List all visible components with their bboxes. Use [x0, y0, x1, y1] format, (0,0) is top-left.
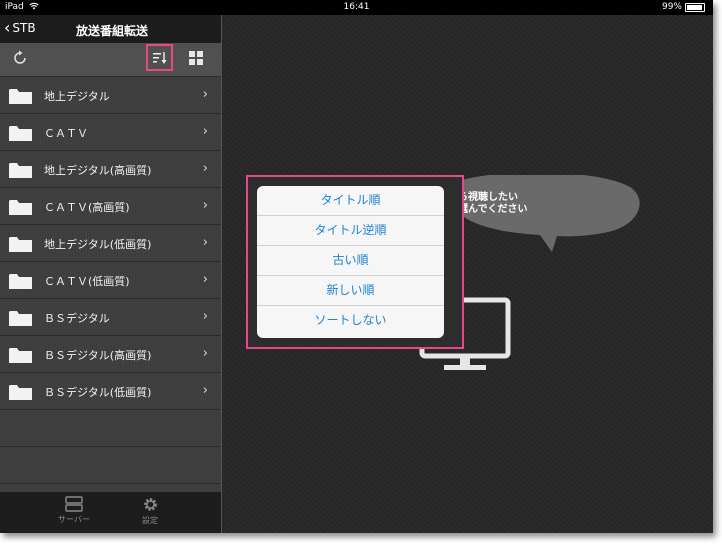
list-item-label: ＢＳデジタル	[44, 312, 110, 325]
folder-icon	[9, 126, 32, 141]
refresh-button[interactable]	[12, 50, 30, 68]
chevron-right-icon: ›	[202, 383, 208, 398]
chevron-right-icon: ›	[202, 87, 208, 102]
list-item-label: ＣＡＴＶ	[44, 127, 88, 140]
back-button-label: STB	[12, 21, 36, 35]
folder-icon	[9, 237, 32, 252]
chevron-right-icon: ›	[202, 161, 208, 176]
list-item[interactable]: ＢＳデジタル ›	[0, 299, 221, 336]
folder-icon	[9, 348, 32, 363]
sidebar: ‹ STB 放送番組転送 地上デジタル › ＣＡＴＶ › 地上デジタル(高画質)…	[0, 15, 222, 533]
status-right: 99%	[662, 2, 705, 12]
tab-server[interactable]: サーバー	[44, 496, 104, 525]
sort-option[interactable]: 古い順	[257, 246, 444, 276]
status-bar: iPad 16:41 99%	[0, 0, 713, 15]
list-item-label: 地上デジタル(低画質)	[44, 238, 152, 251]
grid-view-button[interactable]	[189, 51, 203, 65]
list-item-label: 地上デジタル(高画質)	[44, 164, 152, 177]
chevron-right-icon: ›	[202, 309, 208, 324]
chevron-right-icon: ›	[202, 124, 208, 139]
empty-row	[0, 410, 221, 447]
folder-list: 地上デジタル › ＣＡＴＶ › 地上デジタル(高画質) › ＣＡＴＶ(高画質) › 地上デジタル…	[0, 77, 221, 521]
chevron-right-icon: ›	[202, 346, 208, 361]
list-item[interactable]: 地上デジタル ›	[0, 77, 221, 114]
folder-icon	[9, 311, 32, 326]
sort-icon	[152, 51, 166, 64]
list-item[interactable]: 地上デジタル(低画質) ›	[0, 225, 221, 262]
sort-option[interactable]: タイトル順	[257, 186, 444, 216]
sort-button[interactable]	[146, 44, 173, 71]
sort-menu: タイトル順 タイトル逆順 古い順 新しい順 ソートしない	[257, 186, 444, 338]
list-item[interactable]: 地上デジタル(高画質) ›	[0, 151, 221, 188]
tab-bar: サーバー 設定	[0, 492, 221, 533]
sort-option[interactable]: ソートしない	[257, 306, 444, 336]
empty-row	[0, 447, 221, 484]
battery-percent: 99%	[661, 2, 682, 12]
sort-option[interactable]: タイトル逆順	[257, 216, 444, 246]
sort-option[interactable]: 新しい順	[257, 276, 444, 306]
list-item[interactable]: ＣＡＴＶ ›	[0, 114, 221, 151]
folder-icon	[9, 163, 32, 178]
list-item-label: ＣＡＴＶ(低画質)	[44, 275, 130, 288]
grid-icon-cell	[197, 59, 203, 65]
grid-icon-cell	[189, 59, 195, 65]
back-button[interactable]: ‹ STB	[4, 18, 36, 37]
chevron-right-icon: ›	[202, 272, 208, 287]
tab-settings-label: 設定	[142, 516, 158, 525]
nav-bar: ‹ STB 放送番組転送	[0, 15, 221, 43]
gear-icon	[143, 498, 157, 511]
list-item-label: ＢＳデジタル(高画質)	[44, 349, 152, 362]
tab-server-label: サーバー	[58, 515, 90, 524]
chevron-left-icon: ‹	[4, 18, 11, 37]
page-title: 放送番組転送	[76, 24, 149, 38]
list-item[interactable]: ＣＡＴＶ(高画質) ›	[0, 188, 221, 225]
folder-icon	[9, 89, 32, 104]
status-time: 16:41	[343, 2, 370, 12]
folder-icon	[9, 385, 32, 400]
list-item[interactable]: ＢＳデジタル(高画質) ›	[0, 336, 221, 373]
list-item[interactable]: ＢＳデジタル(低画質) ›	[0, 373, 221, 410]
list-item-label: ＣＡＴＶ(高画質)	[44, 201, 130, 214]
chevron-right-icon: ›	[202, 198, 208, 213]
list-item[interactable]: ＣＡＴＶ(低画質) ›	[0, 262, 221, 299]
chevron-right-icon: ›	[202, 235, 208, 250]
tab-settings[interactable]: 設定	[120, 496, 180, 526]
refresh-icon	[14, 50, 26, 64]
battery-icon	[685, 2, 705, 12]
folder-icon	[9, 200, 32, 215]
ipad-screen: iPad 16:41 99% ‹ STB 放送番組転送 地上デジタル › ＣＡＴ…	[0, 0, 713, 533]
grid-icon	[189, 51, 195, 57]
server-icon	[65, 496, 83, 512]
grid-icon-cell	[197, 51, 203, 57]
list-item-label: ＢＳデジタル(低画質)	[44, 386, 152, 399]
list-item-label: 地上デジタル	[44, 90, 110, 103]
folder-icon	[9, 274, 32, 289]
toolbar	[0, 43, 221, 77]
sort-popover-highlight: タイトル順 タイトル逆順 古い順 新しい順 ソートしない	[246, 175, 464, 349]
